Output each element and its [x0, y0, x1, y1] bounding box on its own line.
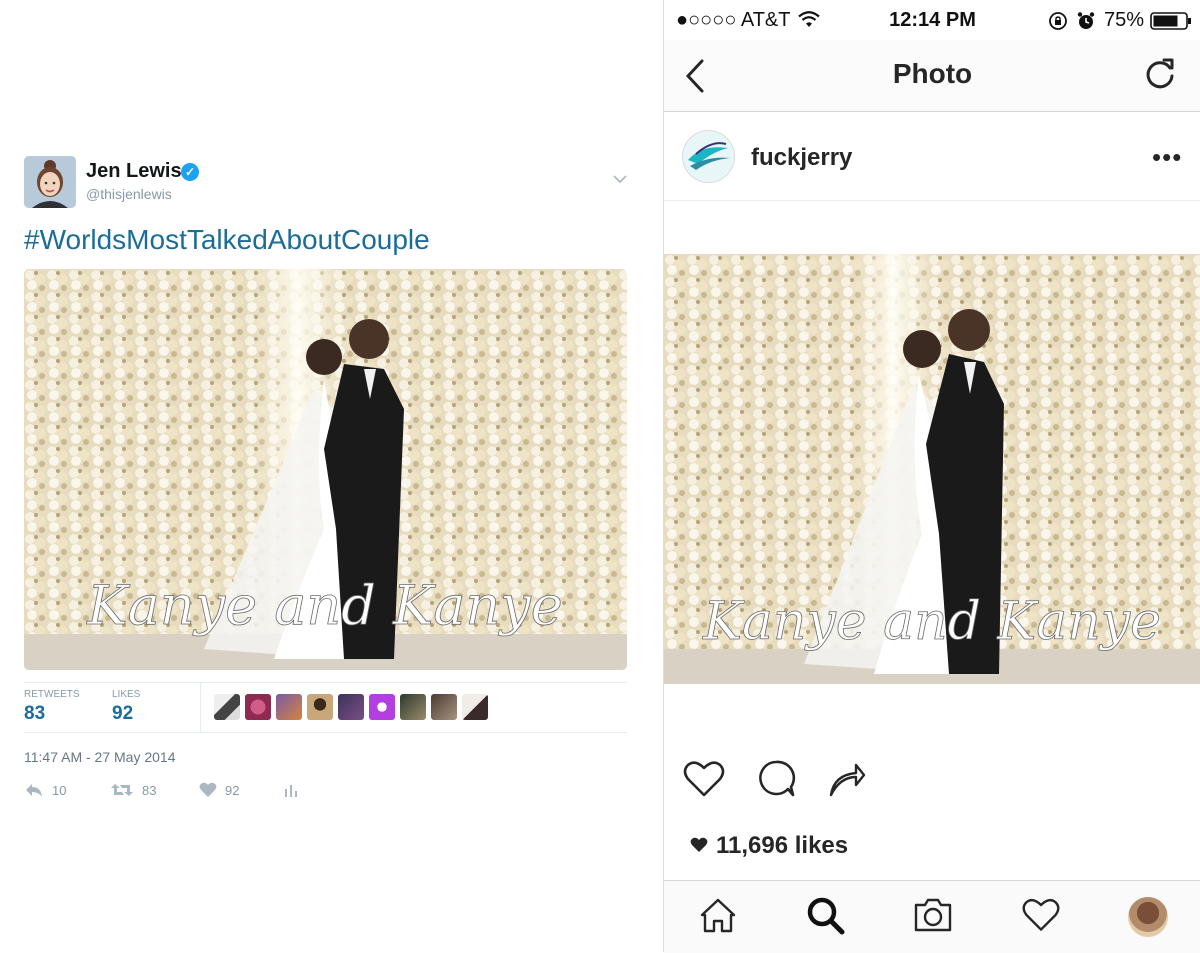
more-options-icon[interactable]: ••• — [1152, 142, 1182, 173]
search-icon[interactable] — [805, 895, 845, 940]
home-icon[interactable] — [698, 895, 738, 940]
poster-avatar[interactable] — [682, 130, 735, 183]
comment-icon[interactable] — [756, 759, 796, 804]
like-count: 92 — [225, 782, 240, 798]
tweet-author-avatar[interactable] — [24, 156, 76, 208]
page-title: Photo — [892, 58, 973, 89]
refresh-icon[interactable] — [1142, 56, 1178, 97]
post-actions — [682, 759, 866, 804]
activity-heart-icon[interactable] — [1021, 896, 1061, 939]
liker-avatar[interactable] — [307, 694, 333, 720]
status-bar: ●○○○○ AT&T 12:14 PM 75% — [664, 0, 1200, 40]
tweet-photo[interactable]: Kanye and Kanye — [24, 269, 627, 670]
liker-avatar[interactable] — [462, 694, 488, 720]
retweets-stat[interactable]: RETWEETS 83 — [24, 689, 80, 725]
liker-avatar[interactable] — [431, 694, 457, 720]
tweet-timestamp[interactable]: 11:47 AM - 27 May 2014 — [24, 749, 176, 765]
analytics-bars-icon — [283, 782, 299, 798]
alarm-icon — [1076, 11, 1096, 36]
camera-icon[interactable] — [912, 895, 954, 940]
liker-avatar[interactable] — [369, 694, 395, 720]
share-icon[interactable] — [826, 759, 866, 804]
chevron-down-icon[interactable] — [612, 172, 628, 184]
reply-icon — [24, 782, 44, 798]
likes-heart-icon — [690, 832, 708, 860]
reply-count: 10 — [52, 782, 67, 798]
likes-count: 92 — [112, 703, 134, 724]
retweets-count: 83 — [24, 703, 46, 724]
tweet-author-name[interactable]: Jen Lewis — [86, 160, 182, 183]
reply-button[interactable]: 10 — [24, 782, 66, 798]
analytics-button[interactable] — [283, 782, 299, 798]
like-heart-icon — [199, 782, 217, 798]
likes-count: 11,696 likes — [716, 832, 849, 859]
liker-avatar[interactable] — [276, 694, 302, 720]
divider — [24, 682, 627, 683]
likes-count-row[interactable]: 11,696 likes — [690, 832, 848, 860]
tweet-card: Jen Lewis ✓ @thisjenlewis #WorldsMostTal… — [0, 0, 650, 952]
post-header: fuckjerry ••• — [664, 112, 1200, 201]
photo-caption: Kanye and Kanye — [702, 592, 1161, 652]
verified-badge-icon: ✓ — [181, 163, 199, 181]
tab-bar — [664, 880, 1200, 953]
retweet-icon — [110, 782, 134, 798]
tweet-author-handle[interactable]: @thisjenlewis — [86, 186, 172, 202]
liker-avatar[interactable] — [245, 694, 271, 720]
tweet-text[interactable]: #WorldsMostTalkedAboutCouple — [24, 224, 430, 256]
liker-avatar[interactable] — [400, 694, 426, 720]
divider — [24, 732, 627, 733]
divider — [200, 683, 201, 732]
photo-caption: Kanye and Kanye — [86, 574, 562, 637]
heart-icon[interactable] — [682, 759, 726, 804]
poster-username[interactable]: fuckjerry — [751, 144, 852, 172]
profile-avatar[interactable] — [1127, 897, 1168, 937]
liker-avatar[interactable] — [338, 694, 364, 720]
retweets-label: RETWEETS — [24, 689, 80, 700]
nav-bar: Photo — [664, 40, 1200, 112]
retweet-button[interactable]: 83 — [110, 782, 156, 798]
likes-stat[interactable]: LIKES 92 — [112, 689, 140, 725]
battery-percent: 75% — [1104, 9, 1145, 31]
liker-avatar[interactable] — [214, 694, 240, 720]
liker-avatars — [214, 694, 488, 720]
post-photo[interactable]: Kanye and Kanye — [664, 254, 1200, 684]
battery-icon — [1150, 11, 1192, 36]
instagram-screen: ●○○○○ AT&T 12:14 PM 75% Photo fuckjerry … — [663, 0, 1200, 953]
retweet-count: 83 — [142, 782, 157, 798]
likes-label: LIKES — [112, 689, 141, 700]
like-button[interactable]: 92 — [199, 782, 239, 798]
rotation-lock-icon — [1048, 11, 1068, 36]
